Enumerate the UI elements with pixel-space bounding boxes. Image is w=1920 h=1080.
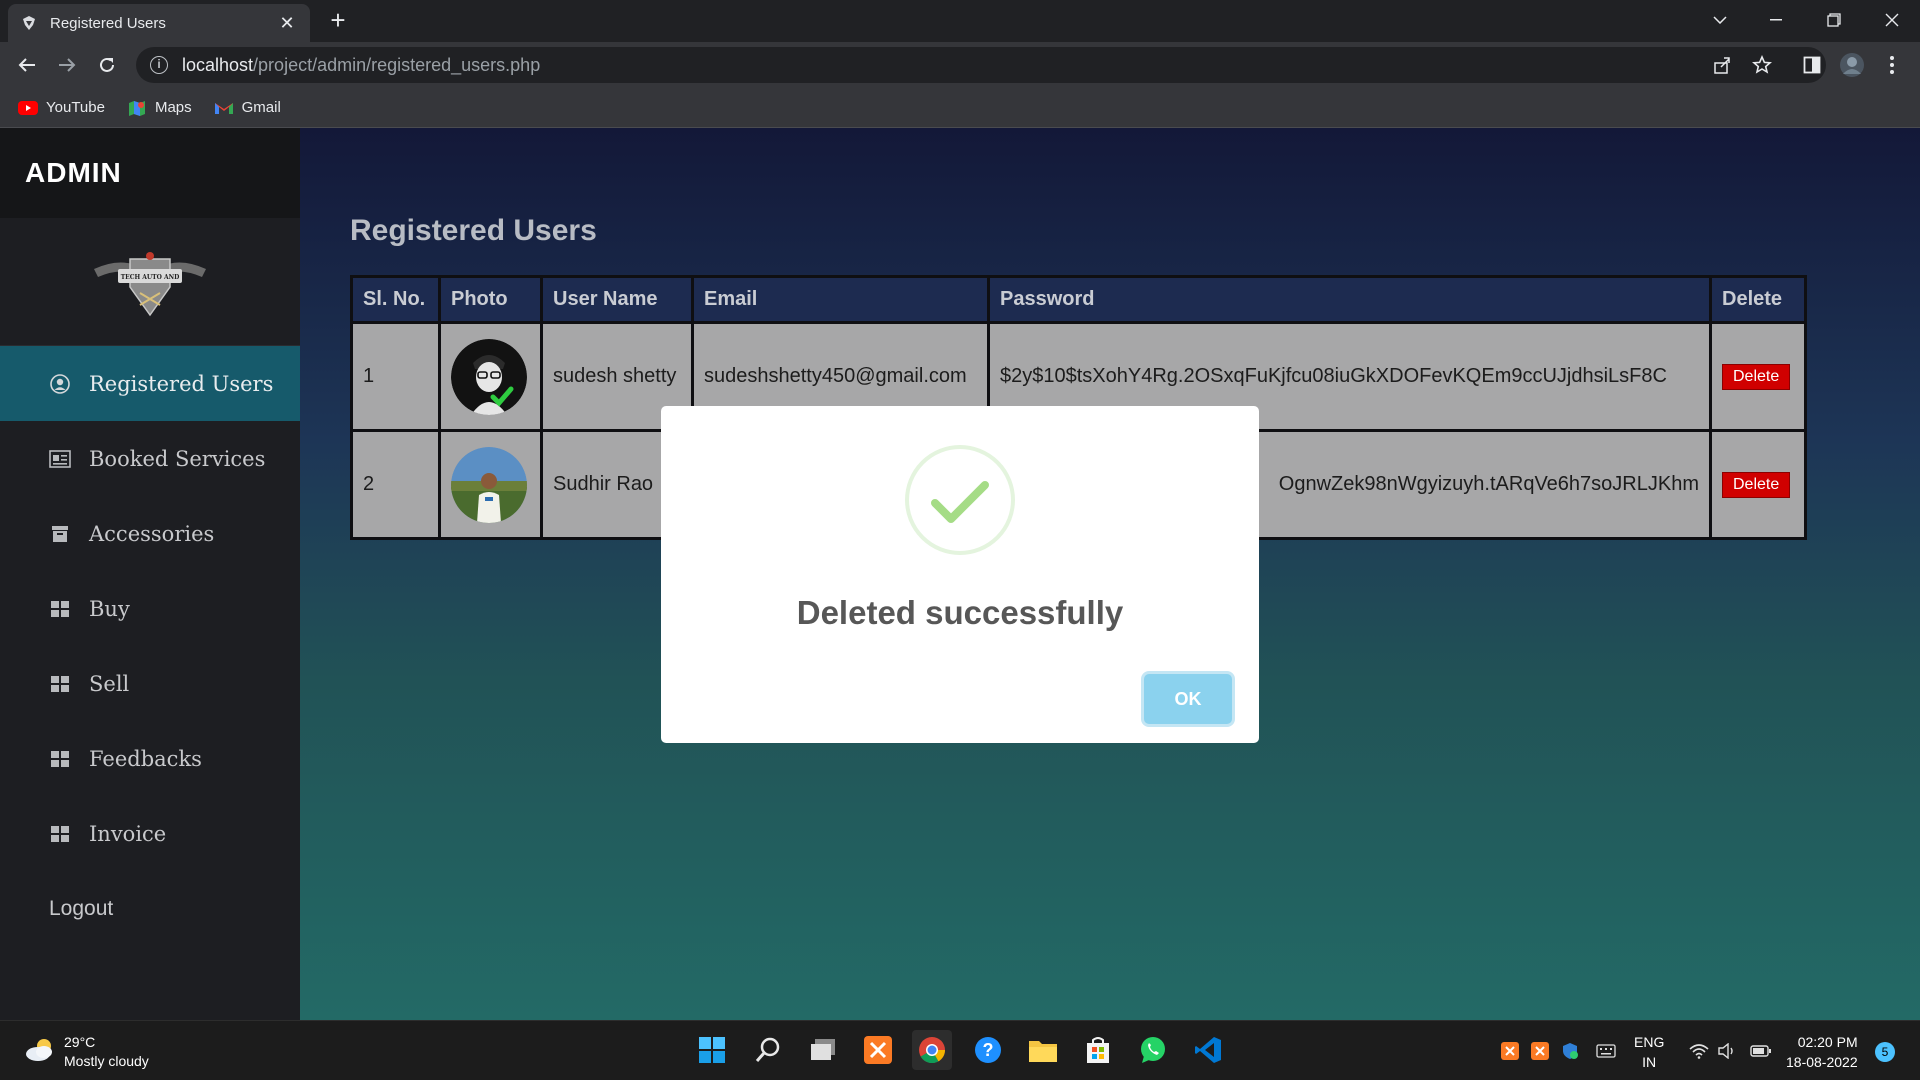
browser-toolbar: i localhost/project/admin/registered_use…	[0, 42, 1920, 88]
wifi-icon[interactable]	[1688, 1041, 1710, 1061]
battery-icon[interactable]	[1750, 1041, 1772, 1061]
xampp-icon[interactable]	[858, 1030, 898, 1070]
close-window-icon[interactable]	[1864, 0, 1920, 40]
input-language-indicator[interactable]: ENG IN	[1634, 1032, 1664, 1072]
microsoft-store-icon[interactable]	[1078, 1030, 1118, 1070]
restore-icon[interactable]	[1806, 0, 1862, 40]
help-icon[interactable]: ?	[968, 1030, 1008, 1070]
bookmark-label: Maps	[154, 99, 192, 116]
address-bar[interactable]: i localhost/project/admin/registered_use…	[136, 47, 1826, 83]
bookmark-gmail[interactable]: Gmail	[214, 99, 281, 116]
tab-search-chevron-icon[interactable]	[1692, 0, 1748, 40]
menu-kebab-icon[interactable]	[1876, 49, 1908, 81]
tab-title: Registered Users	[50, 14, 166, 32]
weather-temp: 29°C	[64, 1034, 96, 1050]
clock-time: 02:20 PM	[1797, 1034, 1858, 1050]
security-shield-icon[interactable]	[1559, 1041, 1581, 1061]
cloudy-weather-icon	[24, 1037, 56, 1068]
lang-code: ENG	[1634, 1034, 1665, 1050]
bookmark-youtube[interactable]: YouTube	[18, 99, 105, 116]
keyboard-icon[interactable]	[1595, 1041, 1617, 1061]
maps-icon	[127, 100, 147, 116]
site-info-icon[interactable]: i	[150, 56, 168, 74]
search-icon[interactable]	[748, 1030, 788, 1070]
task-view-icon[interactable]	[803, 1030, 843, 1070]
minimize-icon[interactable]	[1748, 0, 1804, 40]
chrome-icon[interactable]	[912, 1030, 952, 1070]
svg-text:?: ?	[983, 1040, 994, 1060]
browser-tab[interactable]: Registered Users ✕	[8, 4, 310, 42]
bookmarks-bar: YouTube Maps Gmail	[0, 88, 1920, 128]
gmail-icon	[214, 100, 234, 116]
reload-icon[interactable]	[91, 49, 123, 81]
bookmark-maps[interactable]: Maps	[127, 99, 192, 116]
bookmark-label: YouTube	[46, 99, 105, 116]
new-tab-icon[interactable]: +	[324, 7, 352, 35]
weather-desc: Mostly cloudy	[64, 1053, 149, 1069]
notification-badge[interactable]: 5	[1875, 1042, 1895, 1062]
xampp-tray-icon[interactable]	[1529, 1041, 1551, 1061]
volume-icon[interactable]	[1716, 1041, 1738, 1061]
dialog-message: Deleted successfully	[796, 594, 1124, 631]
windows-start-icon[interactable]	[692, 1030, 732, 1070]
clock-date: 18-08-2022	[1786, 1054, 1858, 1070]
xampp-tray-icon[interactable]	[1499, 1041, 1521, 1061]
bookmark-label: Gmail	[241, 99, 281, 116]
close-tab-icon[interactable]: ✕	[276, 13, 298, 34]
browser-tab-strip: Registered Users ✕ +	[0, 0, 1920, 42]
bookmark-star-icon[interactable]	[1746, 49, 1778, 81]
share-icon[interactable]	[1706, 49, 1738, 81]
lang-region: IN	[1642, 1054, 1657, 1070]
windows-taskbar: 29°C Mostly cloudy ? ENG IN 02:20 PM 18-…	[0, 1020, 1920, 1080]
youtube-icon	[18, 100, 38, 116]
shield-favicon-icon	[20, 14, 38, 32]
success-dialog: Deleted successfully OK	[661, 406, 1259, 743]
whatsapp-icon[interactable]	[1133, 1030, 1173, 1070]
forward-arrow-icon[interactable]	[51, 49, 83, 81]
ok-button[interactable]: OK	[1144, 674, 1232, 724]
url-path: /project/admin/registered_users.php	[253, 54, 541, 75]
file-explorer-icon[interactable]	[1023, 1030, 1063, 1070]
side-panel-icon[interactable]	[1796, 49, 1828, 81]
system-clock[interactable]: 02:20 PM 18-08-2022	[1786, 1032, 1858, 1072]
success-check-icon	[905, 445, 1015, 555]
profile-avatar-icon[interactable]	[1836, 49, 1868, 81]
weather-widget[interactable]: 29°C Mostly cloudy	[24, 1033, 149, 1071]
modal-overlay: Deleted successfully OK	[0, 128, 1920, 1020]
url-host: localhost	[182, 54, 254, 75]
back-arrow-icon[interactable]	[11, 49, 43, 81]
vscode-icon[interactable]	[1188, 1030, 1228, 1070]
